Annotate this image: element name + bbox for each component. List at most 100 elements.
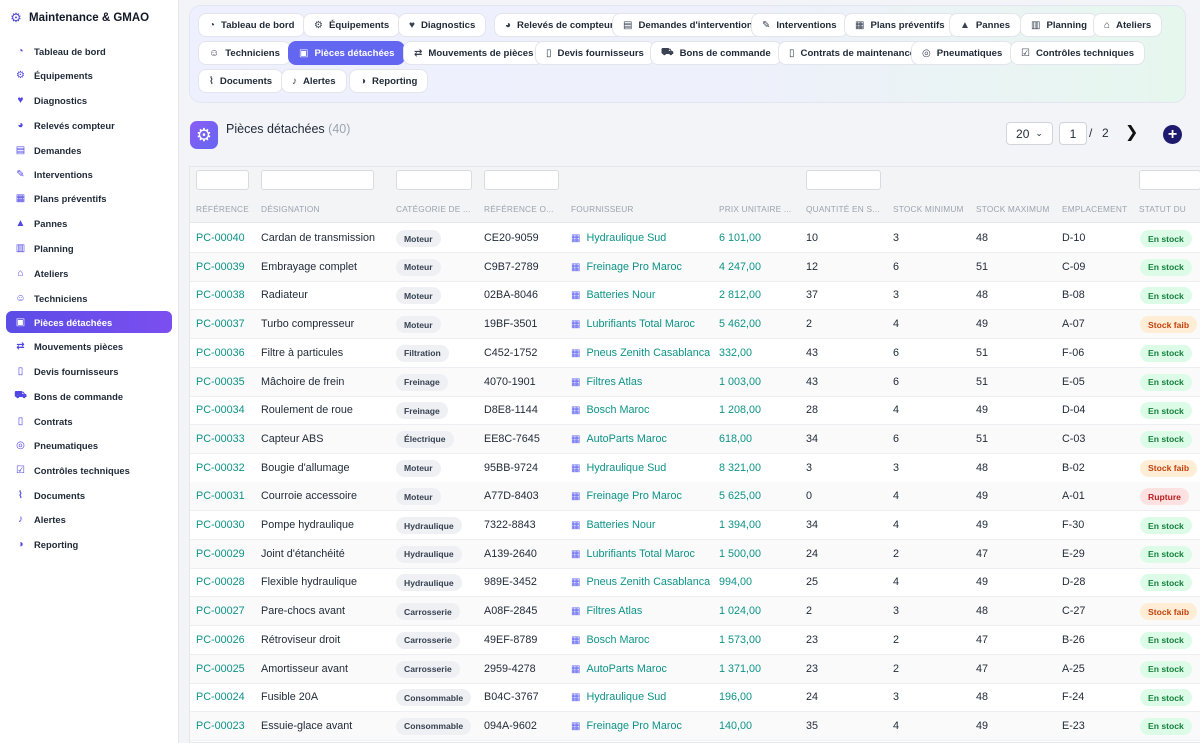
column-header-categorie-de[interactable]: CATÉGORIE DE ... bbox=[396, 204, 478, 214]
tab-devis-fournisseurs[interactable]: ▯ Devis fournisseurs bbox=[535, 41, 655, 65]
table-row[interactable]: PC-00039 Embrayage complet Moteur C9B7-2789… bbox=[190, 252, 1200, 282]
tab-reporting[interactable]: ◑ Reporting bbox=[349, 69, 429, 93]
sidebar-item-planning[interactable]: ▥ Planning bbox=[6, 237, 172, 259]
sidebar-item-pannes[interactable]: ▲ Pannes bbox=[6, 212, 172, 234]
column-header-fournisseur[interactable]: FOURNISSEUR bbox=[571, 204, 713, 214]
tab-releves-de-compteur[interactable]: ◕ Relevés de compteur bbox=[494, 13, 625, 37]
tab-planning[interactable]: ▥ Planning bbox=[1020, 13, 1098, 37]
sidebar-item-plans-preventifs[interactable]: ▦ Plans préventifs bbox=[6, 187, 172, 209]
part-reference-link[interactable]: PC-00038 bbox=[196, 289, 245, 301]
sidebar-item-diagnostics[interactable]: ♥ Diagnostics bbox=[6, 89, 172, 111]
supplier-link[interactable]: ▦ Batteries Nour bbox=[571, 289, 655, 301]
part-reference-link[interactable]: PC-00023 bbox=[196, 720, 245, 732]
column-header-reference[interactable]: RÉFÉRENCE bbox=[196, 204, 255, 214]
part-reference-link[interactable]: PC-00036 bbox=[196, 347, 245, 359]
part-reference-link[interactable]: PC-00025 bbox=[196, 663, 245, 675]
table-row[interactable]: PC-00025 Amortisseur avant Carrosserie 2959… bbox=[190, 654, 1200, 684]
sidebar-item-demandes[interactable]: ▤ Demandes bbox=[6, 139, 172, 161]
table-row[interactable]: PC-00035 Mâchoire de frein Freinage 4070-19… bbox=[190, 367, 1200, 397]
tab-pneumatiques[interactable]: ◎ Pneumatiques bbox=[911, 41, 1014, 65]
tab-ateliers[interactable]: ⌂ Ateliers bbox=[1093, 13, 1163, 37]
supplier-link[interactable]: ▦ AutoParts Maroc bbox=[571, 433, 667, 445]
sidebar-item-ateliers[interactable]: ⌂ Ateliers bbox=[6, 262, 172, 284]
column-header-emplacement[interactable]: EMPLACEMENT bbox=[1062, 204, 1133, 214]
sidebar-item-tableau-de-bord[interactable]: ◔ Tableau de bord bbox=[6, 40, 172, 62]
supplier-link[interactable]: ▦ Hydraulique Sud bbox=[571, 691, 666, 703]
table-row[interactable]: PC-00032 Bougie d'allumage Moteur 95BB-9724… bbox=[190, 454, 1200, 483]
table-row[interactable]: PC-00029 Joint d'étanchéité Hydraulique A13… bbox=[190, 539, 1200, 569]
sidebar-item-techniciens[interactable]: ☺ Techniciens bbox=[6, 287, 172, 309]
table-row[interactable]: PC-00027 Pare-chocs avant Carrosserie A08F-… bbox=[190, 597, 1200, 627]
part-reference-link[interactable]: PC-00029 bbox=[196, 548, 245, 560]
tab-diagnostics[interactable]: ♥ Diagnostics bbox=[398, 13, 487, 37]
next-page-icon[interactable]: ❯ bbox=[1125, 122, 1138, 142]
part-reference-link[interactable]: PC-00030 bbox=[196, 519, 245, 531]
supplier-link[interactable]: ▦ Pneus Zenith Casablanca bbox=[571, 576, 710, 588]
tab-tableau-de-bord[interactable]: ◔ Tableau de bord bbox=[198, 13, 306, 37]
tab-techniciens[interactable]: ☺ Techniciens bbox=[198, 41, 291, 65]
column-header-designation[interactable]: DÉSIGNATION bbox=[261, 204, 390, 214]
column-filter-input[interactable] bbox=[806, 170, 881, 190]
column-header-stock-maximum[interactable]: STOCK MAXIMUM bbox=[976, 204, 1056, 214]
part-reference-link[interactable]: PC-00026 bbox=[196, 634, 245, 646]
sidebar-item-equipements[interactable]: ⚙ Équipements bbox=[6, 64, 172, 86]
tab-plans-preventifs[interactable]: ▦ Plans préventifs bbox=[844, 13, 956, 37]
column-header-stock-minimum[interactable]: STOCK MINIMUM bbox=[893, 204, 970, 214]
sidebar-item-controles-techniques[interactable]: ☑ Contrôles techniques bbox=[6, 459, 172, 481]
table-row[interactable]: PC-00024 Fusible 20A Consommable B04C-3767 ▦… bbox=[190, 683, 1200, 713]
tab-controles-techniques[interactable]: ☑ Contrôles techniques bbox=[1010, 41, 1146, 65]
sidebar-item-documents[interactable]: ⌇ Documents bbox=[6, 484, 172, 506]
column-header-statut-du[interactable]: STATUT DU bbox=[1139, 204, 1199, 214]
column-header-prix-unitaire[interactable]: PRIX UNITAIRE ... bbox=[719, 204, 800, 214]
column-filter-input[interactable] bbox=[484, 170, 559, 190]
table-row[interactable]: PC-00023 Essuie-glace avant Consommable 094… bbox=[190, 711, 1200, 741]
part-reference-link[interactable]: PC-00031 bbox=[196, 490, 245, 502]
column-filter-input[interactable] bbox=[1139, 170, 1200, 190]
tab-bons-de-commande[interactable]: ⛟ Bons de commande bbox=[650, 41, 782, 65]
sidebar-item-interventions[interactable]: ✎ Interventions bbox=[6, 163, 172, 185]
part-reference-link[interactable]: PC-00035 bbox=[196, 376, 245, 388]
sidebar-item-reporting[interactable]: ◑ Reporting bbox=[6, 533, 172, 555]
column-filter-input[interactable] bbox=[196, 170, 249, 190]
supplier-link[interactable]: ▦ Hydraulique Sud bbox=[571, 232, 666, 244]
column-filter-input[interactable] bbox=[261, 170, 374, 190]
tab-equipements[interactable]: ⚙ Équipements bbox=[303, 13, 401, 37]
supplier-link[interactable]: ▦ Lubrifiants Total Maroc bbox=[571, 548, 695, 560]
tab-interventions[interactable]: ✎ Interventions bbox=[751, 13, 848, 37]
supplier-link[interactable]: ▦ Freinage Pro Maroc bbox=[571, 490, 682, 502]
table-row[interactable]: PC-00034 Roulement de roue Freinage D8E8-11… bbox=[190, 396, 1200, 426]
add-record-button[interactable]: + bbox=[1163, 125, 1182, 144]
part-reference-link[interactable]: PC-00034 bbox=[196, 404, 245, 416]
tab-alertes[interactable]: ♪ Alertes bbox=[281, 69, 347, 93]
part-reference-link[interactable]: PC-00032 bbox=[196, 462, 245, 474]
sidebar-item-alertes[interactable]: ♪ Alertes bbox=[6, 508, 172, 530]
supplier-link[interactable]: ▦ Freinage Pro Maroc bbox=[571, 720, 682, 732]
supplier-link[interactable]: ▦ Bosch Maroc bbox=[571, 634, 649, 646]
part-reference-link[interactable]: PC-00028 bbox=[196, 576, 245, 588]
table-row[interactable]: PC-00028 Flexible hydraulique Hydraulique 9… bbox=[190, 568, 1200, 598]
sidebar-item-pieces-detachees[interactable]: ▣ Pièces détachées bbox=[6, 311, 172, 333]
part-reference-link[interactable]: PC-00024 bbox=[196, 691, 245, 703]
supplier-link[interactable]: ▦ Pneus Zenith Casablanca bbox=[571, 347, 710, 359]
tab-pieces-detachees[interactable]: ▣ Pièces détachées bbox=[288, 41, 406, 65]
table-row[interactable]: PC-00036 Filtre à particules Filtration C45… bbox=[190, 339, 1200, 368]
table-row[interactable]: PC-00031 Courroie accessoire Moteur A77D-84… bbox=[190, 482, 1200, 512]
tab-contrats-de-maintenance[interactable]: ▯ Contrats de maintenance bbox=[778, 41, 927, 65]
sidebar-item-contrats[interactable]: ▯ Contrats bbox=[6, 410, 172, 432]
tab-documents[interactable]: ⌇ Documents bbox=[198, 69, 284, 93]
sidebar-item-mouvements-pieces[interactable]: ⇄ Mouvements pièces bbox=[6, 335, 172, 357]
part-reference-link[interactable]: PC-00039 bbox=[196, 261, 245, 273]
supplier-link[interactable]: ▦ AutoParts Maroc bbox=[571, 663, 667, 675]
table-row[interactable]: PC-00040 Cardan de transmission Moteur CE20… bbox=[190, 224, 1200, 253]
table-row[interactable]: PC-00026 Rétroviseur droit Carrosserie 49EF… bbox=[190, 626, 1200, 655]
app-brand[interactable]: ⚙ Maintenance & GMAO bbox=[0, 0, 178, 36]
sidebar-item-releves-compteur[interactable]: ◕ Relevés compteur bbox=[6, 114, 172, 136]
tab-pannes[interactable]: ▲ Pannes bbox=[949, 13, 1022, 37]
table-row[interactable]: PC-00038 Radiateur Moteur 02BA-8046 ▦ Batteri… bbox=[190, 281, 1200, 311]
supplier-link[interactable]: ▦ Bosch Maroc bbox=[571, 404, 649, 416]
column-header-quantite-en-s[interactable]: QUANTITÉ EN S... bbox=[806, 204, 887, 214]
sidebar-item-devis-fournisseurs[interactable]: ▯ Devis fournisseurs bbox=[6, 360, 172, 382]
part-reference-link[interactable]: PC-00027 bbox=[196, 605, 245, 617]
table-row[interactable]: PC-00033 Capteur ABS Électrique EE8C-7645 ▦ A… bbox=[190, 424, 1200, 454]
page-size-select[interactable]: 20 ⌄ bbox=[1006, 122, 1053, 145]
